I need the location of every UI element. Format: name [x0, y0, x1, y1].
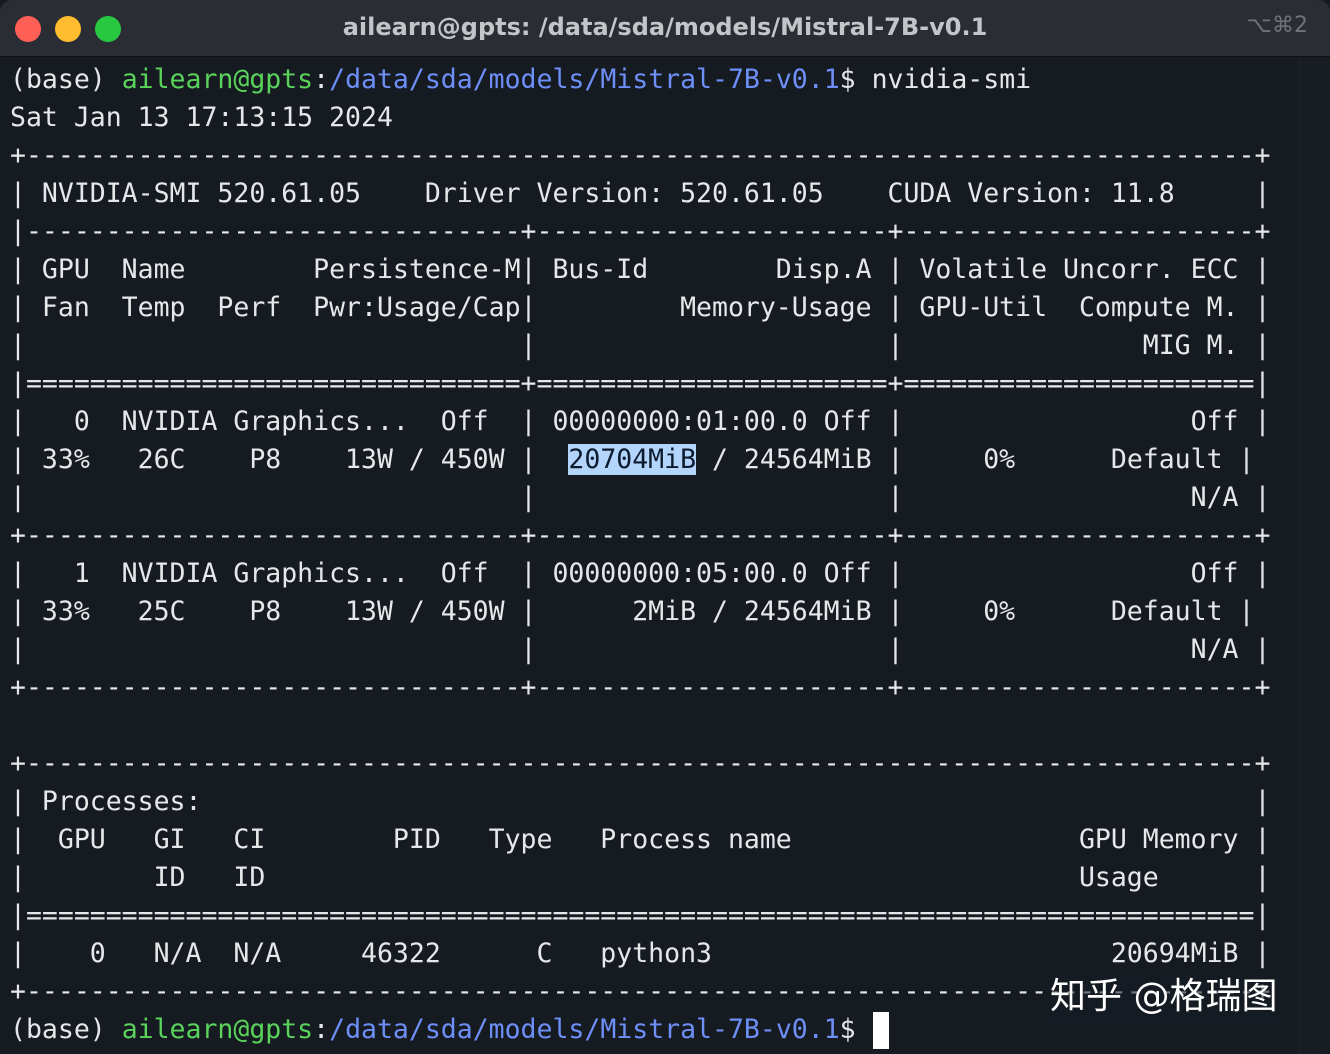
scrollbar[interactable]: [1299, 57, 1330, 1054]
prompt-colon: :: [313, 1014, 330, 1045]
smi-line: | Fan Temp Perf Pwr:Usage/Cap| Memory-Us…: [10, 292, 1271, 323]
smi-line: | 1 NVIDIA Graphics... Off | 00000000:05…: [10, 558, 1271, 589]
terminal-output[interactable]: (base) ailearn@gpts:/data/sda/models/Mis…: [0, 57, 1330, 1054]
gpu0-memory-row: | 33% 26C P8 13W / 450W | 20704MiB / 245…: [10, 441, 1254, 479]
smi-line: | Processes: |: [10, 786, 1271, 817]
watermark: 知乎 @格瑞图: [1046, 972, 1282, 1022]
prompt-dollar: $: [839, 64, 872, 95]
smi-line: +-------------------------------+-------…: [10, 520, 1271, 551]
selected-memory-text[interactable]: 20704MiB: [568, 444, 697, 475]
terminal-window: ailearn@gpts: /data/sda/models/Mistral-7…: [0, 0, 1330, 1054]
smi-line: | 0 N/A N/A 46322 C python3 20694MiB |: [10, 938, 1271, 969]
gpu0-row-prefix: | 33% 26C P8 13W / 450W |: [10, 444, 569, 475]
smi-line: | | | N/A |: [10, 482, 1271, 513]
smi-line: | 33% 25C P8 13W / 450W | 2MiB / 24564Mi…: [10, 596, 1255, 627]
smi-line: +---------------------------------------…: [10, 748, 1271, 779]
prompt-user-host: ailearn@gpts: [121, 1014, 314, 1045]
smi-line: | GPU Name Persistence-M| Bus-Id Disp.A …: [10, 254, 1271, 285]
smi-line: +---------------------------------------…: [10, 140, 1271, 171]
smi-line: +-------------------------------+-------…: [10, 672, 1271, 703]
smi-line: |=======================================…: [10, 900, 1271, 931]
text-cursor: [873, 1012, 889, 1049]
smi-line: | ID ID Usage |: [10, 862, 1271, 893]
smi-line: | 0 NVIDIA Graphics... Off | 00000000:01…: [10, 406, 1271, 437]
date-line: Sat Jan 13 17:13:15 2024: [10, 102, 393, 133]
prompt-user-host: ailearn@gpts: [121, 64, 314, 95]
window-title: ailearn@gpts: /data/sda/models/Mistral-7…: [342, 13, 988, 41]
gpu0-row-suffix: / 24564MiB | 0% Default |: [696, 444, 1255, 475]
prompt-path: /data/sda/models/Mistral-7B-v0.1: [329, 1014, 840, 1045]
prompt-env: (base): [10, 1014, 122, 1045]
smi-line: |===============================+=======…: [10, 368, 1271, 399]
command-text: nvidia-smi: [871, 64, 1032, 95]
smi-line: | NVIDIA-SMI 520.61.05 Driver Version: 5…: [10, 178, 1271, 209]
title-bar[interactable]: ailearn@gpts: /data/sda/models/Mistral-7…: [0, 0, 1330, 57]
smi-line: |-------------------------------+-------…: [10, 216, 1271, 247]
prompt-path: /data/sda/models/Mistral-7B-v0.1: [329, 64, 840, 95]
smi-line: | | | N/A |: [10, 634, 1271, 665]
smi-line: | | | MIG M. |: [10, 330, 1271, 361]
prompt-colon: :: [313, 64, 330, 95]
prompt-dollar: $: [839, 1014, 872, 1045]
smi-line: | GPU GI CI PID Type Process name GPU Me…: [10, 824, 1271, 855]
window-shortcut: ⌥⌘2: [1246, 13, 1308, 38]
prompt-line-current[interactable]: (base) ailearn@gpts:/data/sda/models/Mis…: [10, 1011, 872, 1049]
prompt-line: (base) ailearn@gpts:/data/sda/models/Mis…: [10, 61, 1031, 99]
prompt-env: (base): [10, 64, 122, 95]
